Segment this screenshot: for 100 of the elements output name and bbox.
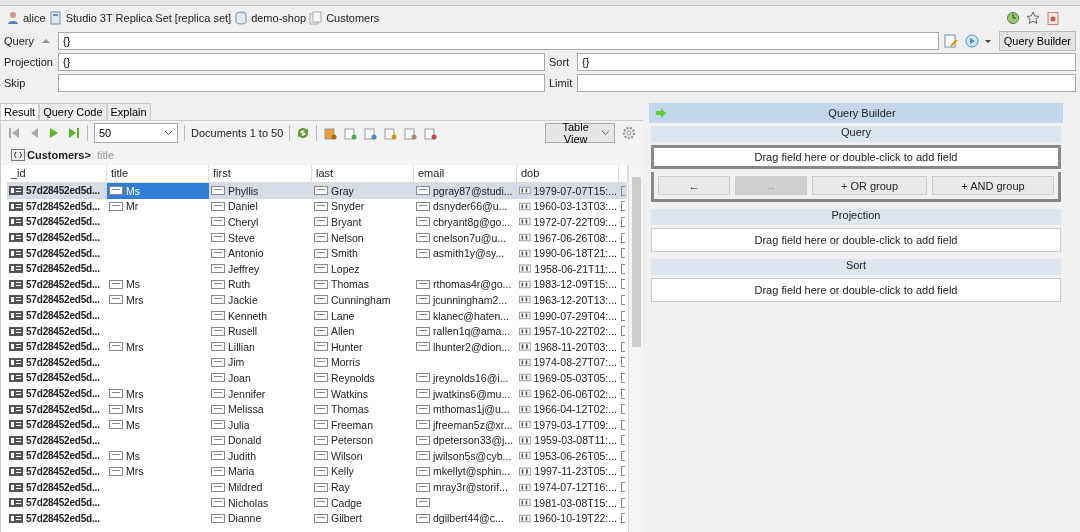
string-type-icon	[416, 184, 430, 198]
breadcrumb-item[interactable]: alice	[23, 12, 46, 24]
id-value: 57d28452ed5d...	[26, 372, 100, 384]
table-cell: 1953-06-26T05:...	[533, 449, 617, 462]
table-cell: 1997-11-23T05:...	[534, 465, 617, 478]
string-type-icon	[211, 340, 225, 354]
object-id-icon	[9, 449, 23, 463]
string-type-icon	[416, 418, 430, 432]
string-type-icon	[314, 293, 328, 307]
clipboard-icon[interactable]	[1046, 11, 1060, 25]
table-cell: Lopez	[331, 262, 360, 275]
table-cell: Peterson	[331, 434, 374, 447]
view-mode-dropdown[interactable]: Table View	[545, 123, 615, 143]
id-value: 57d28452ed5d...	[26, 403, 100, 415]
limit-field[interactable]	[577, 73, 1076, 92]
table-cell: cbryant8g@go...	[433, 216, 511, 228]
id-value: 57d28452ed5d...	[26, 247, 100, 259]
breadcrumb-item[interactable]: demo-shop	[251, 12, 307, 24]
drop-zone[interactable]: Drag field here or double-click to add field	[651, 228, 1061, 252]
section-title: Query	[651, 126, 1061, 142]
object-id-icon	[9, 309, 23, 323]
clock-icon[interactable]	[1006, 11, 1020, 25]
table-cell: Cunningham	[331, 293, 391, 306]
table-cell: Jennifer	[228, 387, 266, 400]
settings-icon[interactable]	[621, 126, 637, 140]
date-type-icon	[519, 465, 532, 478]
table-cell: Jackie	[228, 293, 258, 306]
table-cell: Ms	[126, 278, 140, 291]
id-value: 57d28452ed5d...	[26, 278, 100, 290]
string-type-icon	[211, 418, 225, 432]
table-cell: jwatkins6@mu...	[433, 387, 511, 400]
table-cell: Judith	[228, 449, 257, 462]
table-cell: lhunter2@dion...	[433, 340, 511, 353]
scrollbar-thumb[interactable]	[631, 177, 641, 347]
table-cell: Julia	[228, 418, 250, 431]
table-cell: Morris	[331, 356, 361, 369]
string-type-icon	[416, 387, 430, 400]
date-type-icon	[519, 262, 532, 276]
string-type-icon	[314, 340, 328, 354]
string-type-icon	[314, 262, 328, 276]
string-type-icon	[314, 480, 328, 494]
query-field[interactable]: {}	[58, 31, 939, 50]
string-type-icon	[109, 418, 123, 432]
page-size-dropdown[interactable]: 50	[94, 123, 178, 143]
result-tab[interactable]: Result	[0, 103, 40, 120]
string-type-icon	[416, 511, 430, 525]
id-value: 57d28452ed5d...	[26, 200, 100, 212]
string-type-icon	[416, 309, 430, 323]
string-type-icon	[416, 293, 430, 307]
skip-field[interactable]	[58, 73, 545, 92]
sort-field[interactable]: {}	[577, 52, 1076, 71]
projection-field[interactable]: {}	[58, 52, 545, 71]
table-cell: Hunter	[331, 340, 363, 353]
query-builder-button[interactable]: Query Builder	[998, 30, 1076, 51]
table-cell: mkellyt@sphin...	[433, 465, 511, 478]
table-cell: 1966-04-12T02:...	[533, 403, 617, 416]
string-type-icon	[109, 340, 123, 354]
id-value: 57d28452ed5d...	[26, 310, 100, 322]
last-page-icon[interactable]	[67, 126, 81, 140]
string-type-icon	[109, 402, 123, 416]
string-type-icon	[211, 433, 225, 447]
result-tab[interactable]: Query Code	[39, 103, 107, 120]
breadcrumb-item[interactable]: Studio 3T Replica Set [replica set]	[65, 12, 232, 24]
query-builder-button[interactable]: ←	[658, 176, 730, 195]
id-value: 57d28452ed5d...	[26, 388, 100, 399]
star-icon[interactable]	[1026, 11, 1040, 25]
id-value: 57d28452ed5d...	[26, 341, 100, 353]
string-type-icon	[211, 355, 225, 369]
table-cell: 1959-03-08T11:...	[534, 434, 617, 447]
id-value: 57d28452ed5d...	[26, 419, 100, 431]
collection-icon	[309, 11, 324, 25]
table-cell: Mrs	[126, 340, 144, 353]
table-cell: Thomas	[331, 278, 369, 291]
table-cell: mthomas1j@u...	[433, 403, 510, 416]
drop-zone[interactable]: Drag field here or double-click to add field	[651, 145, 1061, 169]
object-id-icon	[9, 511, 23, 525]
table-cell: jwilson5s@cyb...	[433, 449, 512, 462]
table-cell: Nelson	[331, 231, 364, 244]
add-document-icon[interactable]	[343, 126, 358, 140]
string-type-icon	[211, 231, 225, 245]
collection-path[interactable]: Customers>	[27, 149, 91, 161]
table-cell: Cadge	[331, 496, 362, 509]
table-cell: 1969-05-03T05:...	[533, 371, 617, 384]
breadcrumb-item[interactable]: Customers	[326, 12, 380, 24]
query-builder-button[interactable]: + AND group	[932, 176, 1054, 195]
table-cell: pgray87@studi...	[433, 184, 513, 197]
table-cell: 1962-06-06T02:...	[533, 387, 617, 400]
documents-count: Documents 1 to 50	[191, 127, 284, 139]
query-builder-button[interactable]: + OR group	[812, 176, 927, 195]
string-type-icon	[314, 402, 328, 416]
id-value: 57d28452ed5d...	[26, 216, 100, 228]
drop-zone[interactable]: Drag field here or double-click to add field	[651, 278, 1061, 302]
string-type-icon	[109, 277, 123, 291]
first-page-icon[interactable]	[7, 126, 21, 140]
refresh-icon[interactable]	[296, 126, 311, 140]
object-id-icon	[9, 480, 23, 494]
string-type-icon	[109, 387, 123, 400]
string-type-icon	[416, 246, 430, 260]
table-cell: 1983-12-09T15:...	[533, 278, 617, 291]
result-tab[interactable]: Explain	[106, 103, 151, 120]
